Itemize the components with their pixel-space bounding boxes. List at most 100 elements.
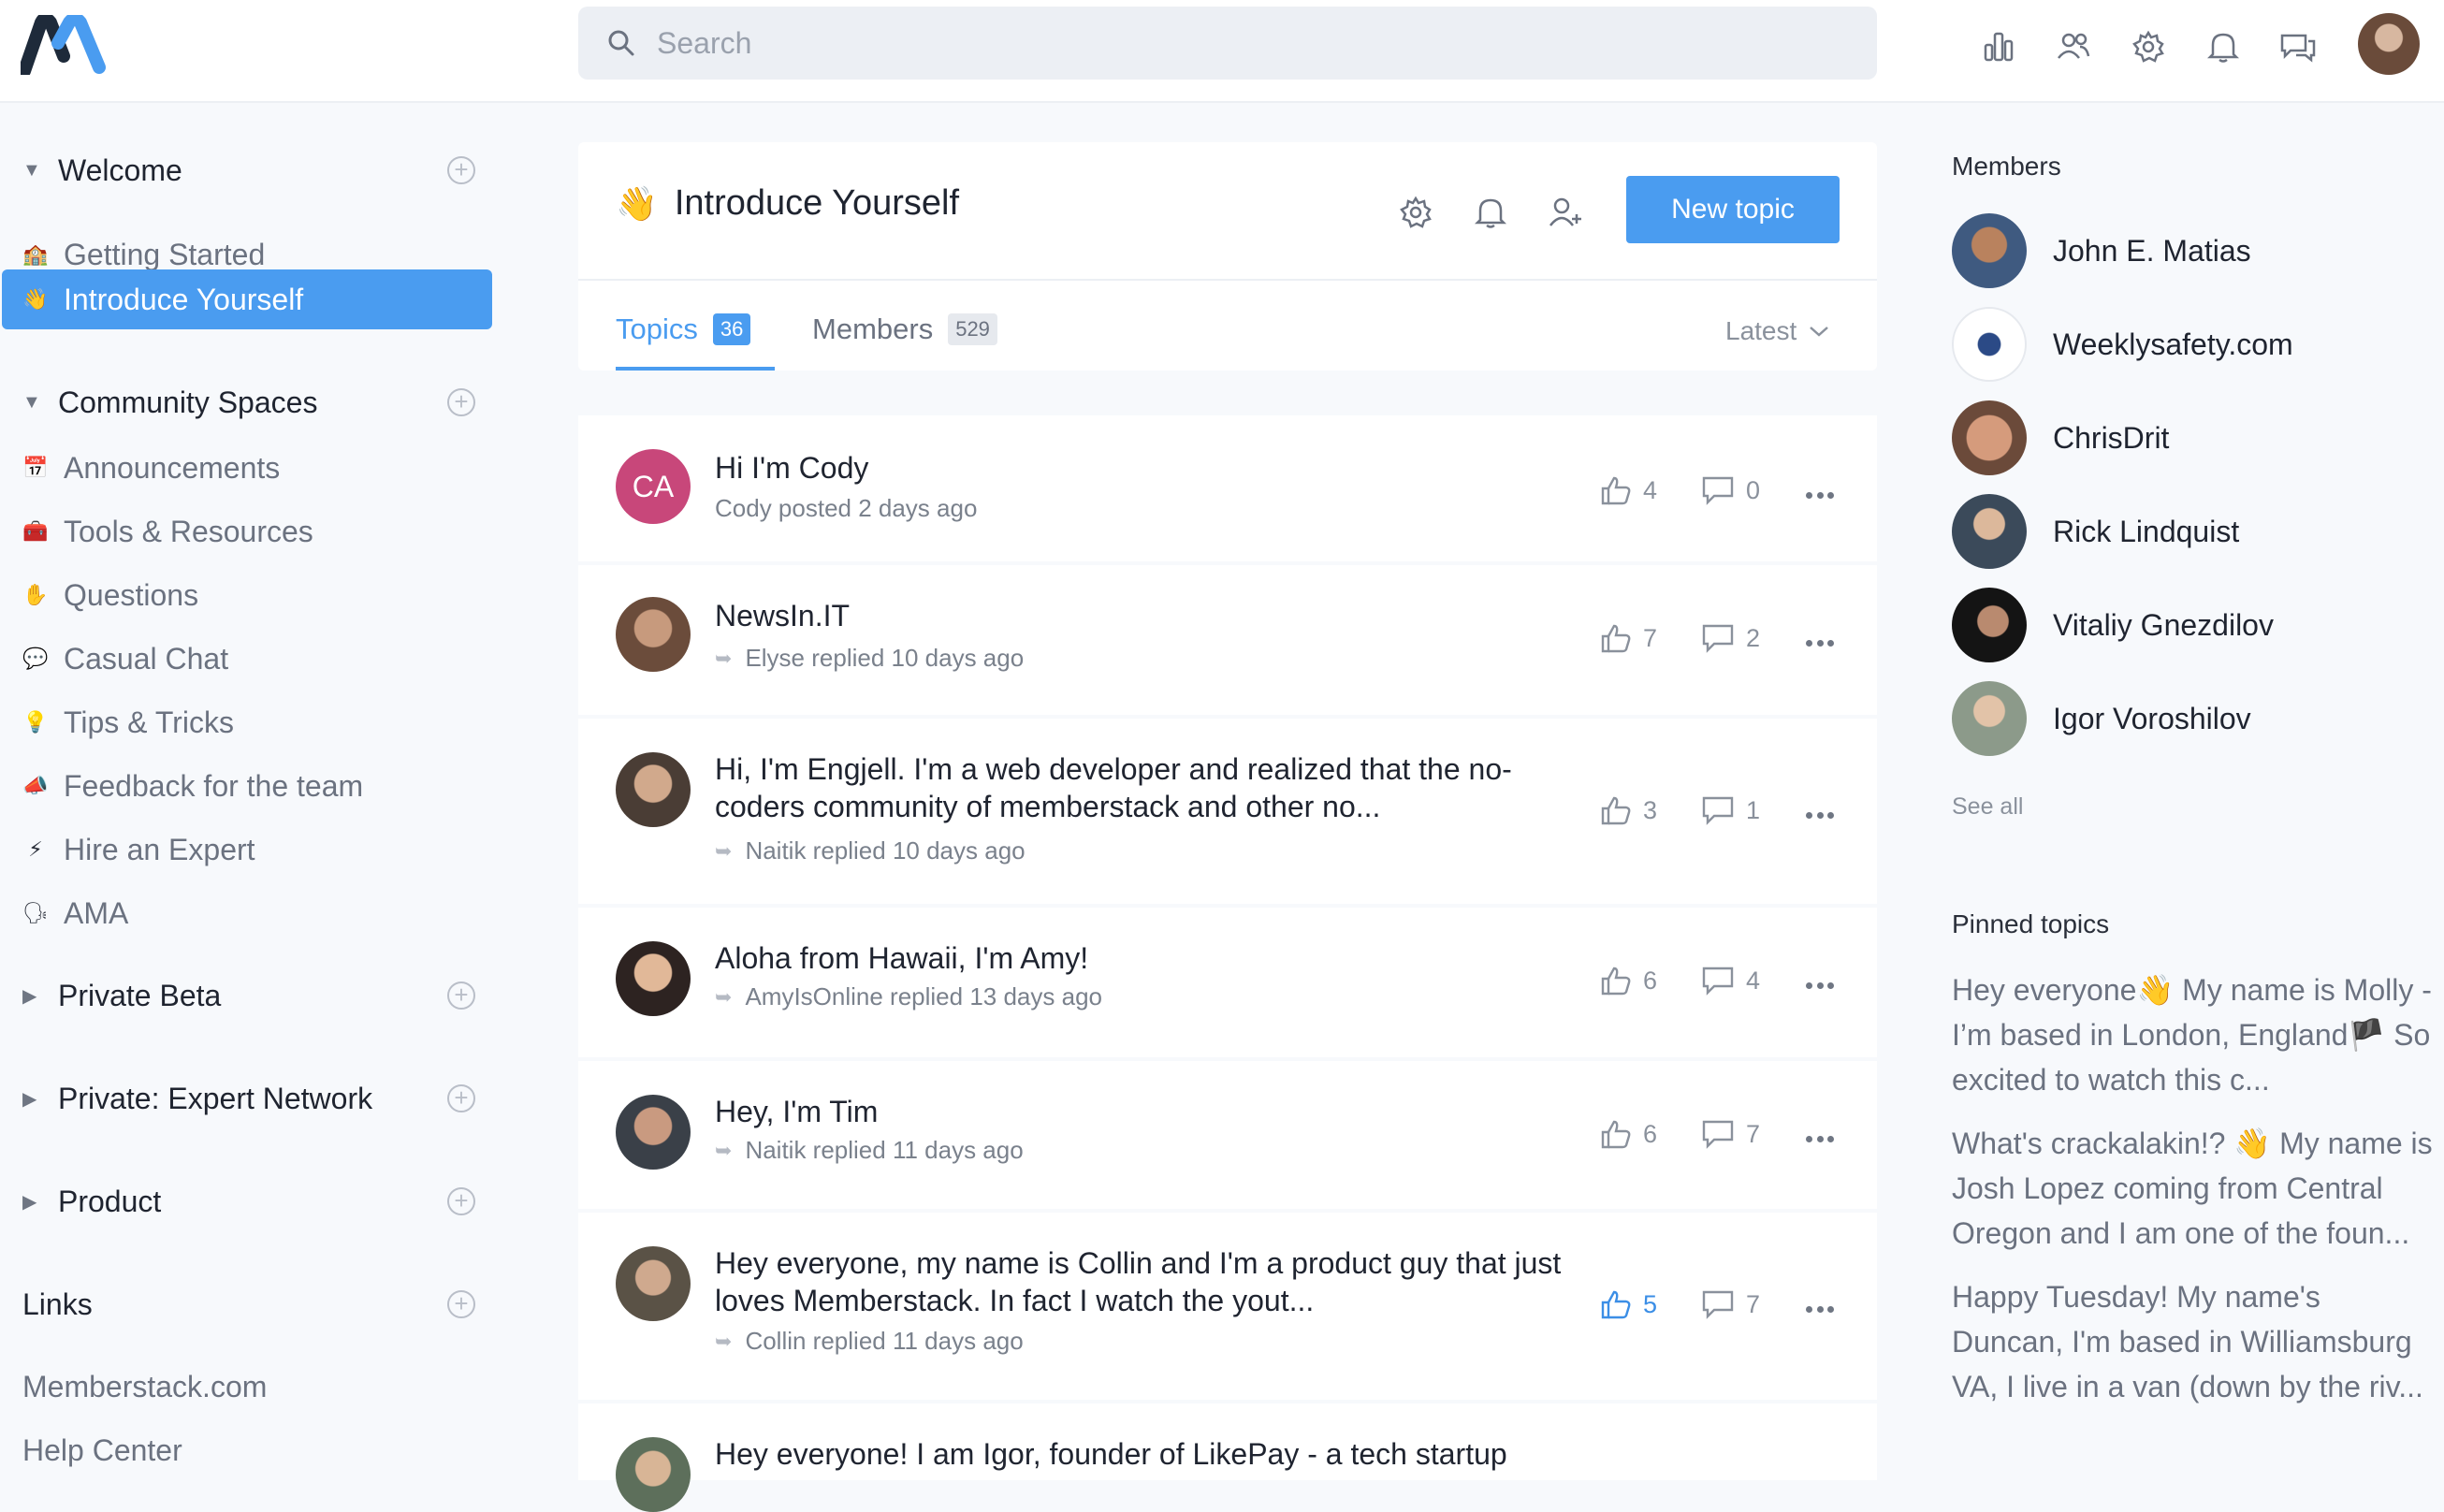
member-item[interactable]: ChrisDrit [1952, 400, 2169, 475]
tab-topics[interactable]: Topics 36 [616, 313, 751, 346]
comment-button[interactable]: 0 [1701, 475, 1760, 505]
topic-title[interactable]: Hi I'm Cody [715, 449, 1576, 487]
members-heading: Members [1952, 152, 2061, 181]
comment-button[interactable]: 7 [1701, 1119, 1760, 1149]
megaphone-emoji-icon: 📣 [22, 774, 49, 797]
sidebar-item-hire-expert[interactable]: ⚡ Hire an Expert [2, 820, 492, 880]
more-options-icon[interactable] [1806, 982, 1834, 989]
see-all-members-link[interactable]: See all [1952, 793, 2023, 821]
link-memberstack[interactable]: Memberstack.com [22, 1370, 267, 1404]
avatar [1952, 588, 2027, 662]
like-button[interactable]: 7 [1600, 623, 1657, 653]
topic-row[interactable]: Hey everyone! I am Igor, founder of Like… [578, 1403, 1877, 1512]
sort-dropdown[interactable]: Latest [1725, 316, 1830, 346]
pinned-topic-link[interactable]: Hey everyone👋 My name is Molly - I’m bas… [1952, 967, 2438, 1102]
add-circle-icon[interactable]: + [447, 388, 475, 416]
topic-meta-text: Elyse replied 10 days ago [745, 644, 1025, 672]
analytics-icon[interactable] [1976, 24, 2021, 69]
sidebar-item-ama[interactable]: 🗣 AMA [2, 883, 492, 943]
active-tab-indicator [616, 367, 775, 371]
sidebar-item-introduce-yourself[interactable]: 👋 Introduce Yourself [2, 269, 492, 329]
caret-right-icon: ▶ [22, 1191, 37, 1213]
sidebar-item-announcements[interactable]: 📅 Announcements [2, 438, 492, 498]
section-community-spaces[interactable]: ▼ Community Spaces + [22, 379, 481, 426]
like-button[interactable]: 6 [1600, 1119, 1657, 1149]
topic-title[interactable]: Hey everyone, my name is Collin and I'm … [715, 1244, 1576, 1319]
sidebar-item-questions[interactable]: ✋ Questions [2, 565, 492, 625]
new-topic-button[interactable]: New topic [1626, 176, 1840, 243]
pinned-topic-link[interactable]: What's crackalakin!? 👋 My name is Josh L… [1952, 1121, 2438, 1256]
comment-count: 7 [1746, 1119, 1761, 1148]
pinned-topic-link[interactable]: Happy Tuesday! My name's Duncan, I'm bas… [1952, 1274, 2438, 1409]
section-label: Community Spaces [58, 385, 318, 419]
sidebar-item-feedback[interactable]: 📣 Feedback for the team [2, 756, 492, 816]
topic-row[interactable]: NewsIn.IT ➥ Elyse replied 10 days ago 7 2 [578, 565, 1877, 715]
topic-row[interactable]: Aloha from Hawaii, I'm Amy! ➥ AmyIsOnline… [578, 908, 1877, 1057]
topic-title[interactable]: Hey, I'm Tim [715, 1093, 1576, 1130]
search-bar[interactable] [578, 7, 1877, 80]
like-count: 3 [1643, 795, 1658, 824]
space-settings-icon[interactable] [1396, 193, 1435, 232]
add-circle-icon[interactable]: + [447, 1187, 475, 1215]
sidebar-item-casual-chat[interactable]: 💬 Casual Chat [2, 629, 492, 689]
settings-icon[interactable] [2126, 24, 2171, 69]
more-options-icon[interactable] [1806, 1136, 1834, 1142]
thumbs-up-icon [1601, 1290, 1631, 1319]
comment-icon [1702, 624, 1734, 653]
avatar [1952, 681, 2027, 756]
more-options-icon[interactable] [1806, 640, 1834, 647]
search-input[interactable] [657, 25, 1780, 61]
topic-row[interactable]: Hey, I'm Tim ➥ Naitik replied 11 days ago… [578, 1061, 1877, 1209]
topic-title[interactable]: NewsIn.IT [715, 597, 1576, 634]
like-button[interactable]: 5 [1600, 1289, 1657, 1319]
member-item[interactable]: Weeklysafety.com [1952, 307, 2293, 382]
add-circle-icon[interactable]: + [447, 981, 475, 1010]
more-options-icon[interactable] [1806, 1306, 1834, 1313]
user-avatar[interactable] [2358, 13, 2420, 75]
section-label: Links [22, 1287, 93, 1321]
tab-members[interactable]: Members 529 [812, 313, 997, 346]
thumbs-up-icon [1601, 624, 1631, 653]
topic-meta: ➥ Naitik replied 10 days ago [715, 836, 1026, 865]
bell-icon[interactable] [2201, 24, 2246, 69]
add-circle-icon[interactable]: + [447, 156, 475, 184]
space-notifications-icon[interactable] [1471, 193, 1510, 232]
speaking-head-emoji-icon: 🗣 [22, 901, 49, 924]
member-item[interactable]: John E. Matias [1952, 213, 2251, 288]
sidebar-item-tools-resources[interactable]: 🧰 Tools & Resources [2, 502, 492, 561]
memberstack-logo[interactable] [18, 12, 110, 78]
section-private-expert-network[interactable]: ▶ Private: Expert Network + [22, 1075, 481, 1122]
add-circle-icon[interactable]: + [447, 1290, 475, 1318]
topic-row[interactable]: Hi, I'm Engjell. I'm a web developer and… [578, 719, 1877, 904]
member-item[interactable]: Igor Voroshilov [1952, 681, 2251, 756]
member-item[interactable]: Vitaliy Gnezdilov [1952, 588, 2274, 662]
topic-title[interactable]: Aloha from Hawaii, I'm Amy! [715, 939, 1576, 977]
thumbs-up-icon [1601, 476, 1631, 505]
sidebar-item-tips-tricks[interactable]: 💡 Tips & Tricks [2, 692, 492, 752]
more-options-icon[interactable] [1806, 492, 1834, 499]
section-product[interactable]: ▶ Product + [22, 1178, 481, 1225]
member-item[interactable]: Rick Lindquist [1952, 494, 2239, 569]
link-help-center[interactable]: Help Center [22, 1433, 182, 1468]
topic-meta: ➥ Collin replied 11 days ago [715, 1327, 1024, 1356]
section-private-beta[interactable]: ▶ Private Beta + [22, 972, 481, 1019]
sidebar-item-label: Announcements [64, 450, 281, 485]
like-button[interactable]: 4 [1600, 475, 1657, 505]
topic-title[interactable]: Hey everyone! I am Igor, founder of Like… [715, 1435, 1576, 1473]
topic-row[interactable]: Hey everyone, my name is Collin and I'm … [578, 1213, 1877, 1400]
comment-button[interactable]: 7 [1701, 1289, 1760, 1319]
add-member-icon[interactable] [1546, 193, 1585, 232]
like-button[interactable]: 3 [1600, 795, 1657, 825]
section-welcome[interactable]: ▼ Welcome + [22, 147, 481, 194]
comment-button[interactable]: 2 [1701, 623, 1760, 653]
comment-button[interactable]: 1 [1701, 795, 1760, 825]
topic-meta-text: Cody posted 2 days ago [715, 494, 978, 522]
like-button[interactable]: 6 [1600, 966, 1657, 996]
more-options-icon[interactable] [1806, 812, 1834, 819]
users-icon[interactable] [2051, 24, 2096, 69]
chat-icon[interactable] [2276, 24, 2320, 69]
add-circle-icon[interactable]: + [447, 1084, 475, 1112]
topic-row[interactable]: CA Hi I'm Cody Cody posted 2 days ago 4 … [578, 415, 1877, 561]
topic-title[interactable]: Hi, I'm Engjell. I'm a web developer and… [715, 750, 1576, 825]
comment-button[interactable]: 4 [1701, 966, 1760, 996]
